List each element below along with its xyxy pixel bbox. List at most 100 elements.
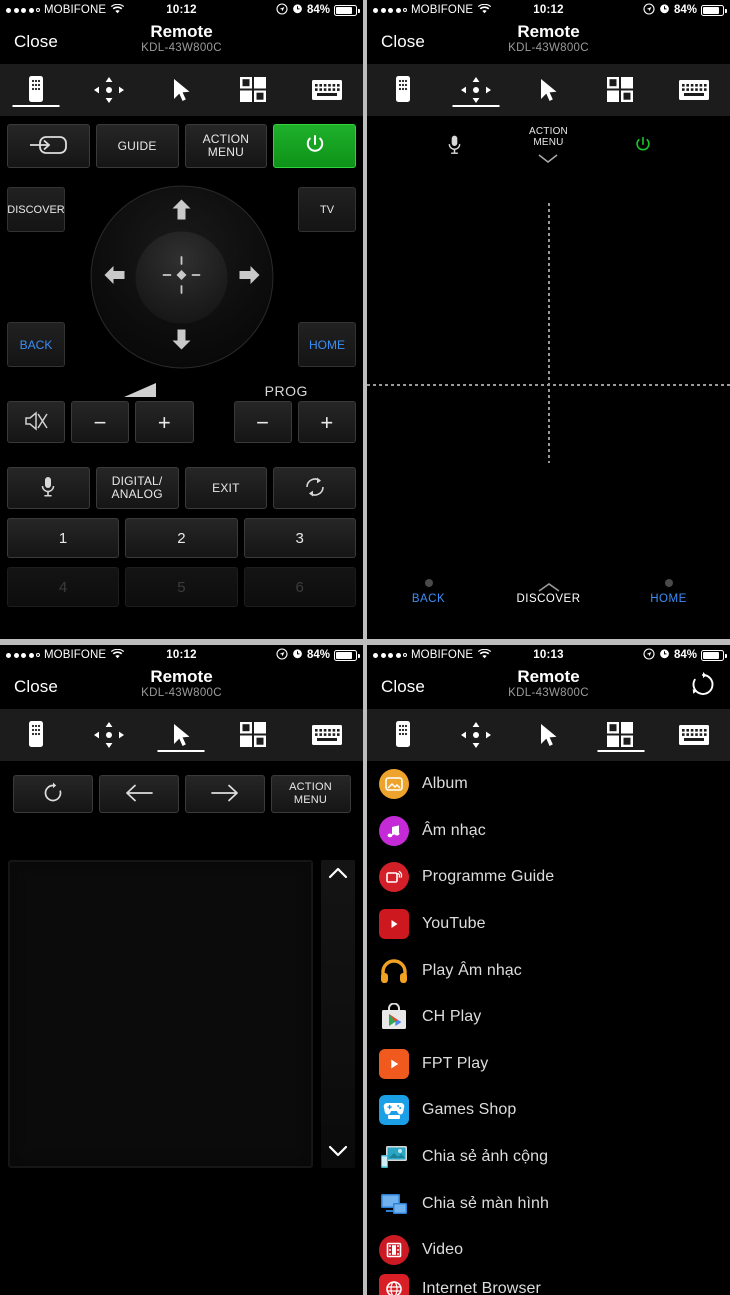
num-4-button[interactable]: 4 bbox=[7, 567, 120, 607]
tab-keyboard[interactable] bbox=[657, 64, 730, 116]
prog-down-button[interactable]: − bbox=[233, 401, 292, 443]
home-button[interactable]: HOME bbox=[298, 322, 356, 367]
tab-keyboard[interactable] bbox=[290, 709, 363, 761]
list-item[interactable]: Chia sẻ ảnh cộng bbox=[367, 1134, 730, 1181]
refresh-button[interactable] bbox=[690, 672, 716, 703]
action-menu-button[interactable]: ACTION MENU bbox=[184, 124, 268, 168]
list-item[interactable]: Album bbox=[367, 761, 730, 808]
remote-control-icon bbox=[26, 75, 46, 105]
tv-button[interactable]: TV bbox=[298, 187, 356, 232]
back-button[interactable]: BACK bbox=[7, 322, 65, 367]
tab-apps[interactable] bbox=[218, 64, 291, 116]
tab-dpad[interactable] bbox=[73, 709, 146, 761]
volume-down-label: − bbox=[93, 409, 107, 435]
action-menu-button[interactable]: ACTION MENU bbox=[270, 775, 351, 813]
exit-label: EXIT bbox=[212, 480, 240, 495]
close-button[interactable]: Close bbox=[381, 677, 425, 697]
tab-dpad[interactable] bbox=[440, 709, 513, 761]
power-button[interactable] bbox=[596, 135, 690, 160]
chevron-up-icon[interactable] bbox=[328, 866, 348, 884]
discover-button[interactable]: DISCOVER bbox=[7, 187, 65, 232]
tab-remote[interactable] bbox=[0, 709, 73, 761]
tab-apps[interactable] bbox=[585, 709, 658, 761]
list-item-label: Chia sẻ màn hình bbox=[422, 1194, 550, 1212]
list-item[interactable]: Play Âm nhạc bbox=[367, 947, 730, 994]
list-item[interactable]: Internet Browser bbox=[367, 1273, 730, 1295]
return-button[interactable] bbox=[273, 467, 356, 509]
close-button[interactable]: Close bbox=[14, 677, 58, 697]
mute-icon bbox=[23, 410, 49, 435]
guide-button[interactable]: GUIDE bbox=[95, 124, 179, 168]
tab-keyboard[interactable] bbox=[657, 709, 730, 761]
num-5-button[interactable]: 5 bbox=[125, 567, 238, 607]
refresh-cw-icon bbox=[42, 782, 64, 807]
tab-bar bbox=[0, 709, 363, 761]
arrow-up-icon[interactable] bbox=[169, 199, 195, 225]
arrow-down-icon[interactable] bbox=[169, 329, 195, 355]
tab-cursor[interactable] bbox=[512, 64, 585, 116]
back-dot-icon bbox=[424, 579, 433, 587]
list-item[interactable]: YouTube bbox=[367, 901, 730, 948]
discover-button[interactable]: DISCOVER bbox=[489, 579, 609, 605]
reload-button[interactable] bbox=[12, 775, 93, 813]
home-button[interactable]: HOME bbox=[609, 579, 729, 605]
list-item[interactable]: Video bbox=[367, 1227, 730, 1274]
tab-remote[interactable] bbox=[367, 709, 440, 761]
mute-button[interactable] bbox=[7, 401, 65, 443]
touchpad-top-controls: ACTION MENU bbox=[367, 116, 730, 178]
voice-button[interactable] bbox=[407, 133, 501, 162]
back-button[interactable] bbox=[98, 775, 179, 813]
prog-up-button[interactable]: + bbox=[297, 401, 356, 443]
battery-icon bbox=[701, 4, 727, 16]
list-item[interactable]: FPT Play bbox=[367, 1041, 730, 1088]
trackpad-surface[interactable] bbox=[8, 860, 313, 1168]
input-source-button[interactable] bbox=[7, 124, 90, 168]
list-item[interactable]: Chia sẻ màn hình bbox=[367, 1180, 730, 1227]
list-item[interactable]: Games Shop bbox=[367, 1087, 730, 1134]
tab-remote[interactable] bbox=[367, 64, 440, 116]
tab-apps[interactable] bbox=[218, 709, 291, 761]
volume-up-button[interactable]: + bbox=[135, 401, 194, 443]
close-button[interactable]: Close bbox=[14, 32, 58, 52]
scroll-bar[interactable] bbox=[321, 860, 355, 1168]
volume-down-button[interactable]: − bbox=[71, 401, 130, 443]
num-3-button[interactable]: 3 bbox=[243, 518, 356, 558]
microphone-icon bbox=[447, 133, 462, 162]
close-button[interactable]: Close bbox=[381, 32, 425, 52]
action-menu-button[interactable]: ACTION MENU bbox=[501, 126, 595, 168]
arrow-right-icon[interactable] bbox=[239, 262, 259, 293]
forward-button[interactable] bbox=[184, 775, 265, 813]
prog-up-label: + bbox=[320, 409, 334, 435]
digital-analog-button[interactable]: DIGITAL/ ANALOG bbox=[95, 467, 179, 509]
battery-icon bbox=[701, 649, 727, 661]
exit-button[interactable]: EXIT bbox=[184, 467, 268, 509]
tab-keyboard[interactable] bbox=[290, 64, 363, 116]
volume-prog-labels: PROG bbox=[7, 377, 356, 399]
keyboard-icon bbox=[678, 75, 709, 105]
tab-cursor[interactable] bbox=[145, 709, 218, 761]
tab-cursor[interactable] bbox=[145, 64, 218, 116]
microphone-button[interactable] bbox=[7, 467, 90, 509]
tab-cursor[interactable] bbox=[512, 709, 585, 761]
select-button[interactable] bbox=[135, 231, 228, 323]
tab-dpad[interactable] bbox=[440, 64, 513, 116]
tab-remote[interactable] bbox=[0, 64, 73, 116]
chevron-down-icon[interactable] bbox=[328, 1144, 348, 1162]
list-item[interactable]: Âm nhạc bbox=[367, 808, 730, 855]
tab-dpad[interactable] bbox=[73, 64, 146, 116]
arrow-left-long-icon bbox=[124, 783, 154, 806]
list-item[interactable]: Programme Guide bbox=[367, 854, 730, 901]
dpad-arrows-icon bbox=[460, 720, 491, 750]
power-button[interactable] bbox=[273, 124, 356, 168]
panel-remote-keys: MOBIFONE 10:12 84% Close Remote KDL-43W8… bbox=[0, 0, 363, 639]
back-button[interactable]: BACK bbox=[369, 579, 489, 605]
num-1-button[interactable]: 1 bbox=[7, 518, 120, 558]
list-item[interactable]: CH Play bbox=[367, 994, 730, 1041]
list-item-label: CH Play bbox=[422, 1008, 482, 1026]
num-6-button[interactable]: 6 bbox=[243, 567, 356, 607]
num-2-button[interactable]: 2 bbox=[125, 518, 238, 558]
arrow-left-icon[interactable] bbox=[104, 262, 124, 293]
tab-apps[interactable] bbox=[585, 64, 658, 116]
dpad-ring[interactable] bbox=[90, 185, 273, 369]
list-item-label: Internet Browser bbox=[422, 1279, 541, 1295]
